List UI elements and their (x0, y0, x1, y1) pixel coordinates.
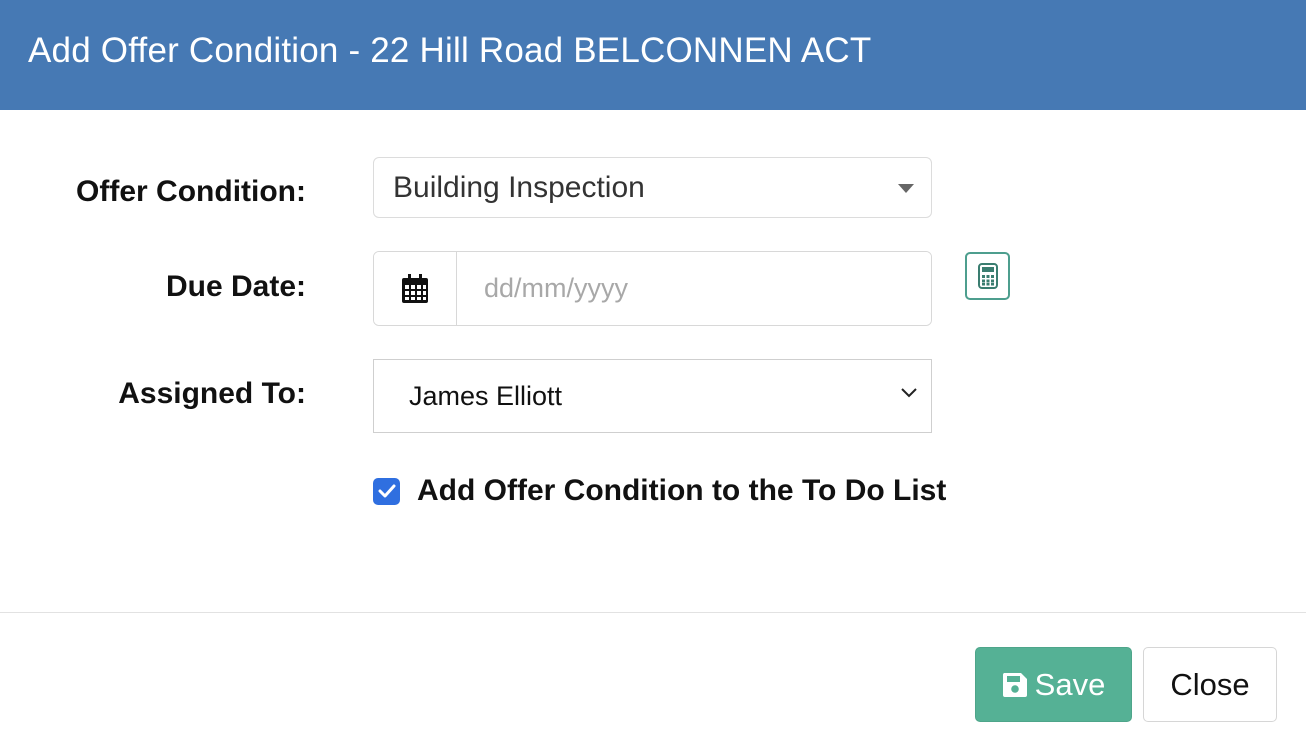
due-date-input[interactable] (457, 252, 931, 325)
offer-condition-selected-value: Building Inspection (393, 170, 645, 204)
todo-checkbox-row: Add Offer Condition to the To Do List (373, 474, 946, 508)
add-offer-condition-dialog: Add Offer Condition - 22 Hill Road BELCO… (0, 0, 1306, 748)
calculator-icon (977, 263, 998, 289)
dialog-header: Add Offer Condition - 22 Hill Road BELCO… (0, 0, 1306, 110)
check-icon (378, 484, 395, 498)
dialog-title: Add Offer Condition - 22 Hill Road BELCO… (28, 31, 872, 70)
caret-down-icon (898, 184, 914, 193)
chevron-down-icon (901, 388, 917, 398)
add-to-todo-label-prefix: Add Offer Condition to the (417, 474, 802, 507)
assigned-to-selected-value: James Elliott (409, 380, 563, 411)
offer-condition-select[interactable]: Building Inspection (373, 157, 932, 218)
save-button-label: Save (1034, 666, 1106, 702)
offer-condition-label: Offer Condition: (76, 175, 306, 208)
close-button-label: Close (1170, 666, 1250, 702)
due-date-picker-button[interactable] (374, 252, 457, 325)
calendar-icon (402, 273, 428, 303)
due-date-input-group (373, 251, 932, 326)
add-to-todo-checkbox[interactable] (373, 477, 400, 505)
due-date-label: Due Date: (165, 270, 306, 303)
add-to-todo-label[interactable]: Add Offer Condition to the To Do List (417, 474, 946, 508)
save-icon (1002, 672, 1027, 697)
assigned-to-select[interactable]: James Elliott (373, 359, 932, 433)
close-button[interactable]: Close (1143, 647, 1277, 722)
save-button[interactable]: Save (975, 647, 1132, 722)
footer-divider (0, 612, 1306, 613)
todo-list-emphasis: To Do List (801, 474, 947, 507)
due-date-calculator-button[interactable] (965, 252, 1010, 300)
assigned-to-label: Assigned To: (118, 377, 306, 410)
